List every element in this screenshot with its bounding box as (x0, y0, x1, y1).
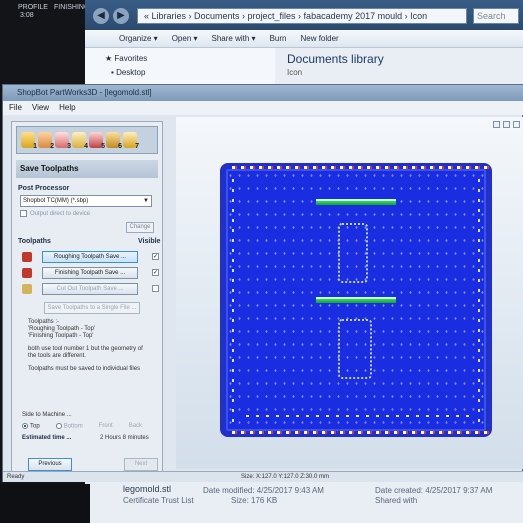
cutout-visible-checkbox[interactable] (152, 285, 159, 292)
details-pane: legomold.stl Date modified: 4/25/2017 9:… (105, 482, 519, 512)
save-finishing-button[interactable]: Finishing Toolpath Save ... (42, 267, 138, 279)
toolpath-icon-bar: 1 2 3 4 5 6 7 (16, 126, 158, 154)
address-bar[interactable]: « Libraries › Documents › project_files … (137, 8, 467, 24)
detail-size: Size: 176 KB (231, 496, 278, 505)
desktop-label: 3:08 (20, 12, 34, 19)
explorer-toolbar: Organize ▾ Open ▾ Share with ▾ Burn New … (85, 30, 523, 48)
search-input[interactable]: Search (473, 8, 519, 24)
upper-text-feature (338, 223, 368, 283)
detail-modified: Date modified: 4/25/2017 9:43 AM (203, 486, 324, 495)
view-rotate-icon[interactable] (513, 121, 520, 128)
detail-type: Certificate Trust List (123, 496, 194, 505)
section-heading: Save Toolpaths (16, 160, 158, 178)
info-text: Toolpaths :- (28, 319, 60, 325)
top-edge-toolpath (232, 166, 492, 169)
view-zoom-icon[interactable] (493, 121, 500, 128)
favorites-desktop[interactable]: ▪ Desktop (111, 68, 145, 77)
toolpath-preview (220, 163, 492, 437)
toolpaths-label: Toolpaths (18, 238, 51, 245)
detail-filename: legomold.stl (123, 484, 172, 494)
navigation-pane: ★ Favorites ▪ Desktop (85, 48, 275, 88)
partworks-window: ShopBot PartWorks3D - [legomold.stl] Fil… (2, 84, 523, 482)
status-bar: Ready Size: X:127.0 Y:127.0 Z:30.0 mm (3, 471, 523, 482)
menu-view[interactable]: View (32, 101, 49, 115)
favorites-header[interactable]: ★ Favorites (105, 54, 147, 63)
lower-toolpath-row (246, 415, 476, 417)
step-7-icon[interactable]: 7 (123, 132, 139, 150)
open-menu[interactable]: Open ▾ (172, 30, 198, 47)
upper-slot (316, 199, 396, 205)
step-1-icon[interactable]: 1 (21, 132, 37, 150)
side-top-radio[interactable]: Top (22, 423, 40, 430)
finishing-toolpath-icon (22, 268, 32, 278)
toolpath-row: Cut Out Toolpath Save ... (18, 283, 164, 295)
desktop-background (0, 484, 90, 523)
left-edge-toolpath (232, 179, 234, 429)
toolpath-row: Roughing Toolpath Save ... ✓ (18, 251, 164, 263)
step-4-icon[interactable]: 4 (72, 132, 88, 150)
previous-button[interactable]: Previous (28, 458, 72, 471)
organize-menu[interactable]: Organize ▾ (119, 30, 158, 47)
info-text: Toolpaths must be saved to individual fi… (28, 366, 141, 372)
library-subtitle: Icon (287, 68, 303, 77)
roughing-toolpath-icon (22, 252, 32, 262)
chevron-down-icon: ▼ (143, 198, 149, 204)
step-6-icon[interactable]: 6 (106, 132, 122, 150)
size-readout: Size: X:127.0 Y:127.0 Z:30.0 mm (241, 474, 329, 480)
roughing-visible-checkbox[interactable]: ✓ (152, 253, 159, 260)
explorer-titlebar: ◀ ▶ « Libraries › Documents › project_fi… (85, 0, 523, 30)
save-cutout-button[interactable]: Cut Out Toolpath Save ... (42, 283, 138, 295)
side-bottom-radio[interactable]: Bottom (55, 423, 83, 430)
share-menu[interactable]: Share with ▾ (212, 30, 256, 47)
side-radio-group: Top Bottom Front Back (22, 423, 142, 430)
view-controls (493, 121, 520, 128)
step-3-icon[interactable]: 3 (55, 132, 71, 150)
output-device-option[interactable]: Output direct to device (20, 210, 90, 217)
3d-view[interactable] (176, 117, 523, 469)
side-front-radio[interactable]: Front (99, 423, 113, 429)
side-back-radio[interactable]: Back (129, 423, 142, 429)
middle-slot (316, 297, 396, 303)
output-device-checkbox[interactable] (20, 210, 27, 217)
back-icon[interactable]: ◀ (93, 8, 109, 24)
bottom-edge-toolpath (232, 431, 492, 434)
screen: PROFILE FINISHING 3:08 ◀ ▶ « Libraries ›… (0, 0, 523, 523)
toolpath-panel: 1 2 3 4 5 6 7 Save Toolpaths Post Proces… (11, 121, 163, 473)
detail-created: Date created: 4/25/2017 9:37 AM (375, 486, 493, 495)
menu-bar: File View Help (3, 101, 523, 115)
forward-icon[interactable]: ▶ (113, 8, 129, 24)
change-button[interactable]: Change (126, 222, 154, 233)
save-roughing-button[interactable]: Roughing Toolpath Save ... (42, 251, 138, 263)
post-processor-label: Post Processor (18, 185, 70, 192)
step-2-icon[interactable]: 2 (38, 132, 54, 150)
info-text: 'Finishing Toolpath - Top' (28, 333, 94, 339)
lower-text-feature (338, 319, 372, 379)
estimated-time-label: Estimated time ... (22, 435, 72, 441)
desktop-label: PROFILE (18, 4, 48, 11)
menu-help[interactable]: Help (59, 101, 75, 115)
step-5-icon[interactable]: 5 (89, 132, 105, 150)
burn-button[interactable]: Burn (270, 30, 287, 47)
estimated-time-value: 2 Hours 8 minutes (100, 435, 149, 441)
info-text: both use tool number 1 but the geometry … (28, 346, 143, 352)
toolpath-row: Finishing Toolpath Save ... ✓ (18, 267, 164, 279)
visible-label: Visible (138, 238, 161, 245)
window-title: ShopBot PartWorks3D - [legomold.stl] (3, 85, 523, 101)
finishing-visible-checkbox[interactable]: ✓ (152, 269, 159, 276)
cutout-toolpath-icon (22, 284, 32, 294)
view-fit-icon[interactable] (503, 121, 510, 128)
right-edge-toolpath (478, 179, 480, 429)
post-processor-select[interactable]: Shopbot TC(MM) (*.sbp) ▼ (20, 195, 152, 207)
info-text: the tools are different. (28, 353, 86, 359)
new-folder-button[interactable]: New folder (300, 30, 338, 47)
info-text: 'Roughing Toolpath - Top' (28, 326, 96, 332)
status-text: Ready (7, 474, 25, 480)
menu-file[interactable]: File (9, 101, 22, 115)
library-title: Documents library (287, 52, 384, 66)
detail-sharing: Shared with (375, 496, 418, 505)
save-single-file-button[interactable]: Save Toolpaths to a Single File ... (44, 302, 140, 314)
side-to-machine-label: Side to Machine ... (22, 412, 72, 418)
next-button[interactable]: Next (124, 458, 158, 471)
